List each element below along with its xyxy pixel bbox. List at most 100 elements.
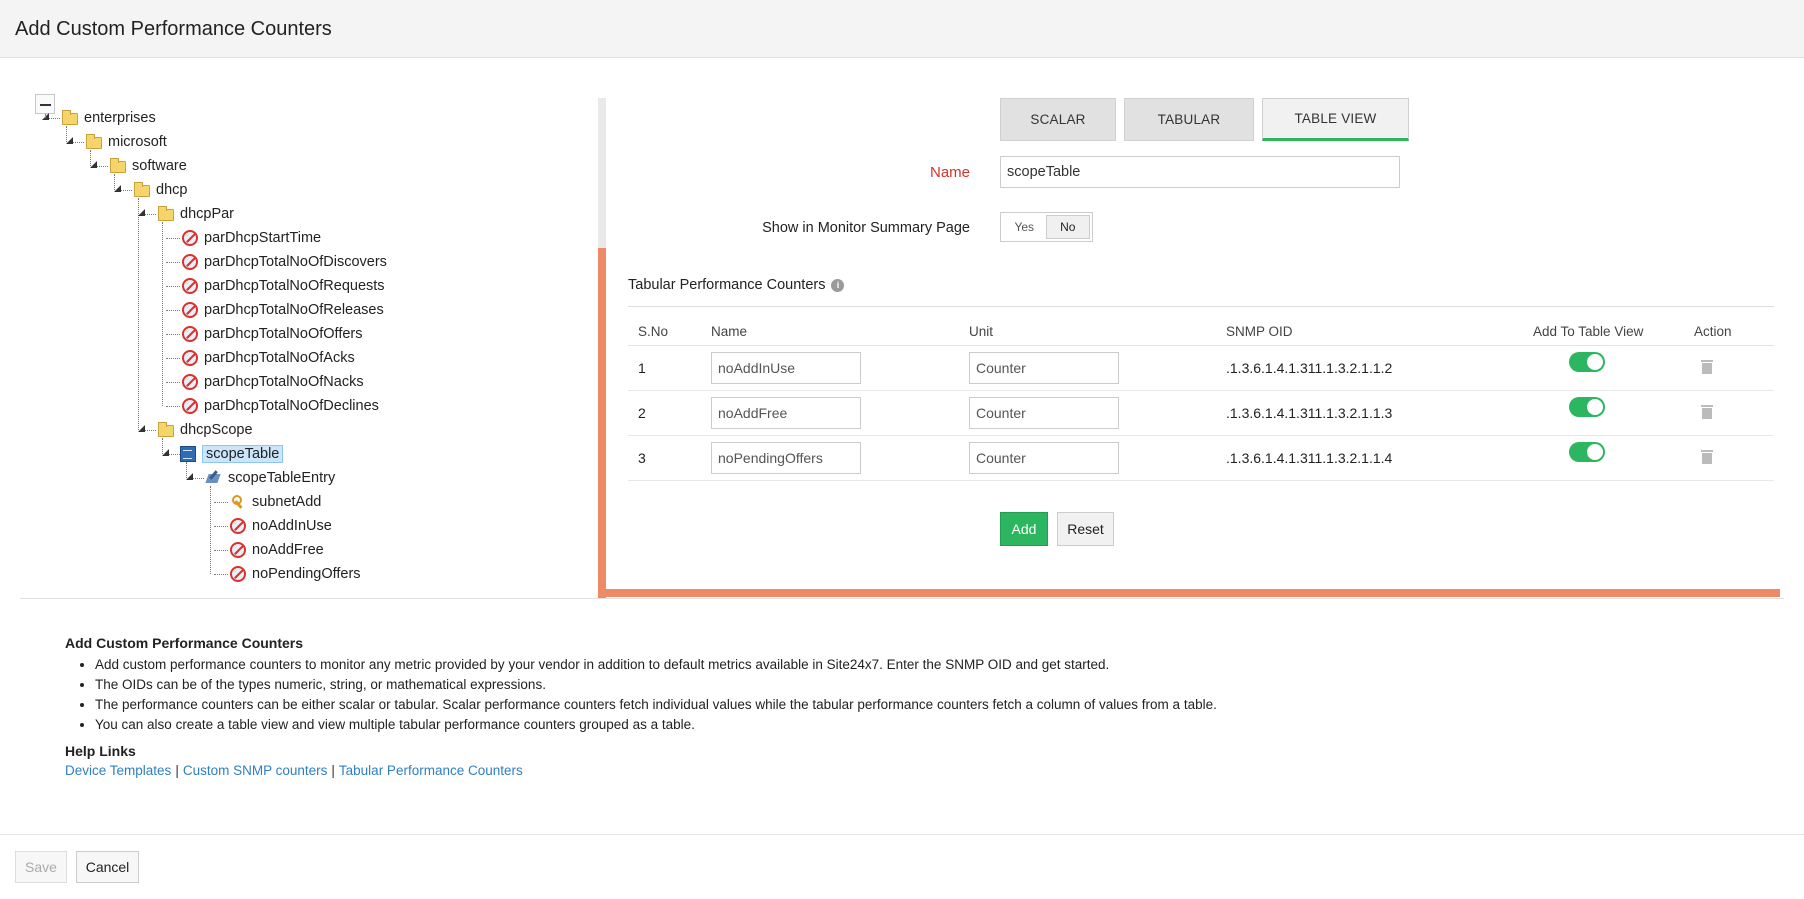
expand-toggle-icon[interactable] [138, 425, 146, 433]
tree-connector [166, 358, 180, 359]
tree-node[interactable]: parDhcpStartTime [182, 227, 321, 249]
tree-node[interactable]: scopeTableEntry [206, 467, 335, 489]
tree-node-label: parDhcpTotalNoOfAcks [204, 350, 355, 366]
tree-node[interactable]: noAddInUse [230, 515, 332, 537]
tree-node-label: noAddFree [252, 542, 324, 558]
tree-node[interactable]: subnetAdd [230, 491, 321, 513]
header-bar: Add Custom Performance Counters [0, 0, 1804, 58]
counter-icon [182, 302, 198, 318]
tab-table-view[interactable]: TABLE VIEW [1262, 98, 1409, 141]
counter-type-tabs: SCALAR TABULAR TABLE VIEW [1000, 98, 1417, 141]
counter-name-input[interactable]: noPendingOffers [711, 442, 861, 474]
summary-page-toggle: Yes No [1000, 212, 1093, 242]
tree-connector [162, 222, 163, 406]
tree-node[interactable]: noAddFree [230, 539, 324, 561]
tree-node[interactable]: enterprises [62, 107, 156, 129]
tree-connector [166, 382, 180, 383]
tree-node[interactable]: parDhcpTotalNoOfDiscovers [182, 251, 387, 273]
counter-name-input[interactable]: noAddInUse [711, 352, 861, 384]
tree-connector [166, 334, 180, 335]
cancel-button[interactable]: Cancel [76, 851, 139, 883]
counter-unit-input[interactable]: Counter [969, 352, 1119, 384]
section-title-text: Tabular Performance Counters [628, 277, 826, 293]
link-separator: | [175, 763, 179, 778]
tree-connector [166, 310, 180, 311]
add-to-table-view-toggle[interactable] [1569, 352, 1605, 372]
summary-no-option[interactable]: No [1045, 215, 1090, 239]
counter-icon [230, 518, 246, 534]
tree-node[interactable]: software [110, 155, 187, 177]
trash-icon[interactable] [1701, 360, 1713, 374]
expand-toggle-icon[interactable] [90, 161, 98, 169]
link-device-templates[interactable]: Device Templates [65, 763, 171, 778]
info-icon[interactable]: i [831, 278, 845, 292]
collapse-tree-button[interactable] [35, 94, 55, 114]
tree-node[interactable]: parDhcpTotalNoOfDeclines [182, 395, 379, 417]
expand-toggle-icon[interactable] [114, 185, 122, 193]
table-row: 1 noAddInUse Counter .1.3.6.1.4.1.311.1.3.2… [628, 346, 1774, 391]
tree-node[interactable]: microsoft [86, 131, 167, 153]
row-sno: 2 [638, 405, 646, 421]
tree-node[interactable]: noPendingOffers [230, 563, 361, 585]
counter-unit-input[interactable]: Counter [969, 397, 1119, 429]
tree-node[interactable]: parDhcpTotalNoOfRequests [182, 275, 385, 297]
help-bullet: You can also create a table view and vie… [95, 715, 1465, 735]
tree-connector [166, 262, 180, 263]
expand-toggle-icon[interactable] [66, 137, 74, 145]
table-icon [180, 446, 196, 462]
counter-unit-input[interactable]: Counter [969, 442, 1119, 474]
counter-name-value: noAddInUse [718, 360, 796, 376]
folder-icon [110, 158, 126, 173]
trash-icon[interactable] [1701, 405, 1713, 419]
counter-name-value: noPendingOffers [718, 450, 823, 466]
expand-toggle-icon[interactable] [186, 473, 194, 481]
counter-name-input[interactable]: noAddFree [711, 397, 861, 429]
tree-node[interactable]: scopeTable [180, 443, 284, 465]
counter-unit-value: Counter [976, 405, 1026, 421]
link-tabular-performance-counters[interactable]: Tabular Performance Counters [339, 763, 523, 778]
help-bullet: Add custom performance counters to monit… [95, 655, 1465, 675]
table-header: S.No Name Unit SNMP OID Add To Table Vie… [628, 318, 1774, 346]
tree-node[interactable]: dhcp [134, 179, 187, 201]
tree-node[interactable]: parDhcpTotalNoOfNacks [182, 371, 364, 393]
tree-connector [138, 198, 139, 430]
tree-node-label: parDhcpTotalNoOfDiscovers [204, 254, 387, 270]
add-to-table-view-toggle[interactable] [1569, 442, 1605, 462]
counter-icon [182, 374, 198, 390]
name-input-value: scopeTable [1007, 164, 1081, 180]
tab-tabular[interactable]: TABULAR [1124, 98, 1254, 141]
name-input[interactable]: scopeTable [1000, 156, 1400, 188]
counters-table: S.No Name Unit SNMP OID Add To Table Vie… [628, 318, 1774, 481]
add-to-table-view-toggle[interactable] [1569, 397, 1605, 417]
save-button[interactable]: Save [15, 851, 67, 883]
folder-icon [158, 206, 174, 221]
tree-connector [214, 502, 228, 503]
row-sno: 1 [638, 360, 646, 376]
tree-node[interactable]: dhcpPar [158, 203, 234, 225]
header-unit: Unit [969, 324, 994, 339]
key-icon [230, 494, 246, 510]
trash-icon[interactable] [1701, 450, 1713, 464]
add-button[interactable]: Add [1000, 512, 1048, 546]
link-custom-snmp-counters[interactable]: Custom SNMP counters [183, 763, 328, 778]
tab-scalar[interactable]: SCALAR [1000, 98, 1116, 141]
reset-button[interactable]: Reset [1057, 512, 1114, 546]
table-row: 3 noPendingOffers Counter .1.3.6.1.4.1.311.… [628, 436, 1774, 481]
tree-node-label: microsoft [108, 134, 167, 150]
counter-icon [182, 254, 198, 270]
name-label: Name [929, 164, 970, 181]
tree-node-label: software [132, 158, 187, 174]
panel-border [598, 248, 606, 598]
tree-node[interactable]: dhcpScope [158, 419, 253, 441]
tree-node-label: noPendingOffers [252, 566, 361, 582]
tree-node[interactable]: parDhcpTotalNoOfAcks [182, 347, 355, 369]
expand-toggle-icon[interactable] [42, 113, 50, 121]
expand-toggle-icon[interactable] [162, 449, 170, 457]
tree-node-label: scopeTableEntry [228, 470, 336, 486]
summary-yes-option[interactable]: Yes [1003, 215, 1046, 239]
tree-node[interactable]: parDhcpTotalNoOfOffers [182, 323, 363, 345]
tree-node-label: enterprises [84, 110, 156, 126]
expand-toggle-icon[interactable] [138, 209, 146, 217]
tree-connector [166, 238, 180, 239]
tree-node[interactable]: parDhcpTotalNoOfReleases [182, 299, 384, 321]
